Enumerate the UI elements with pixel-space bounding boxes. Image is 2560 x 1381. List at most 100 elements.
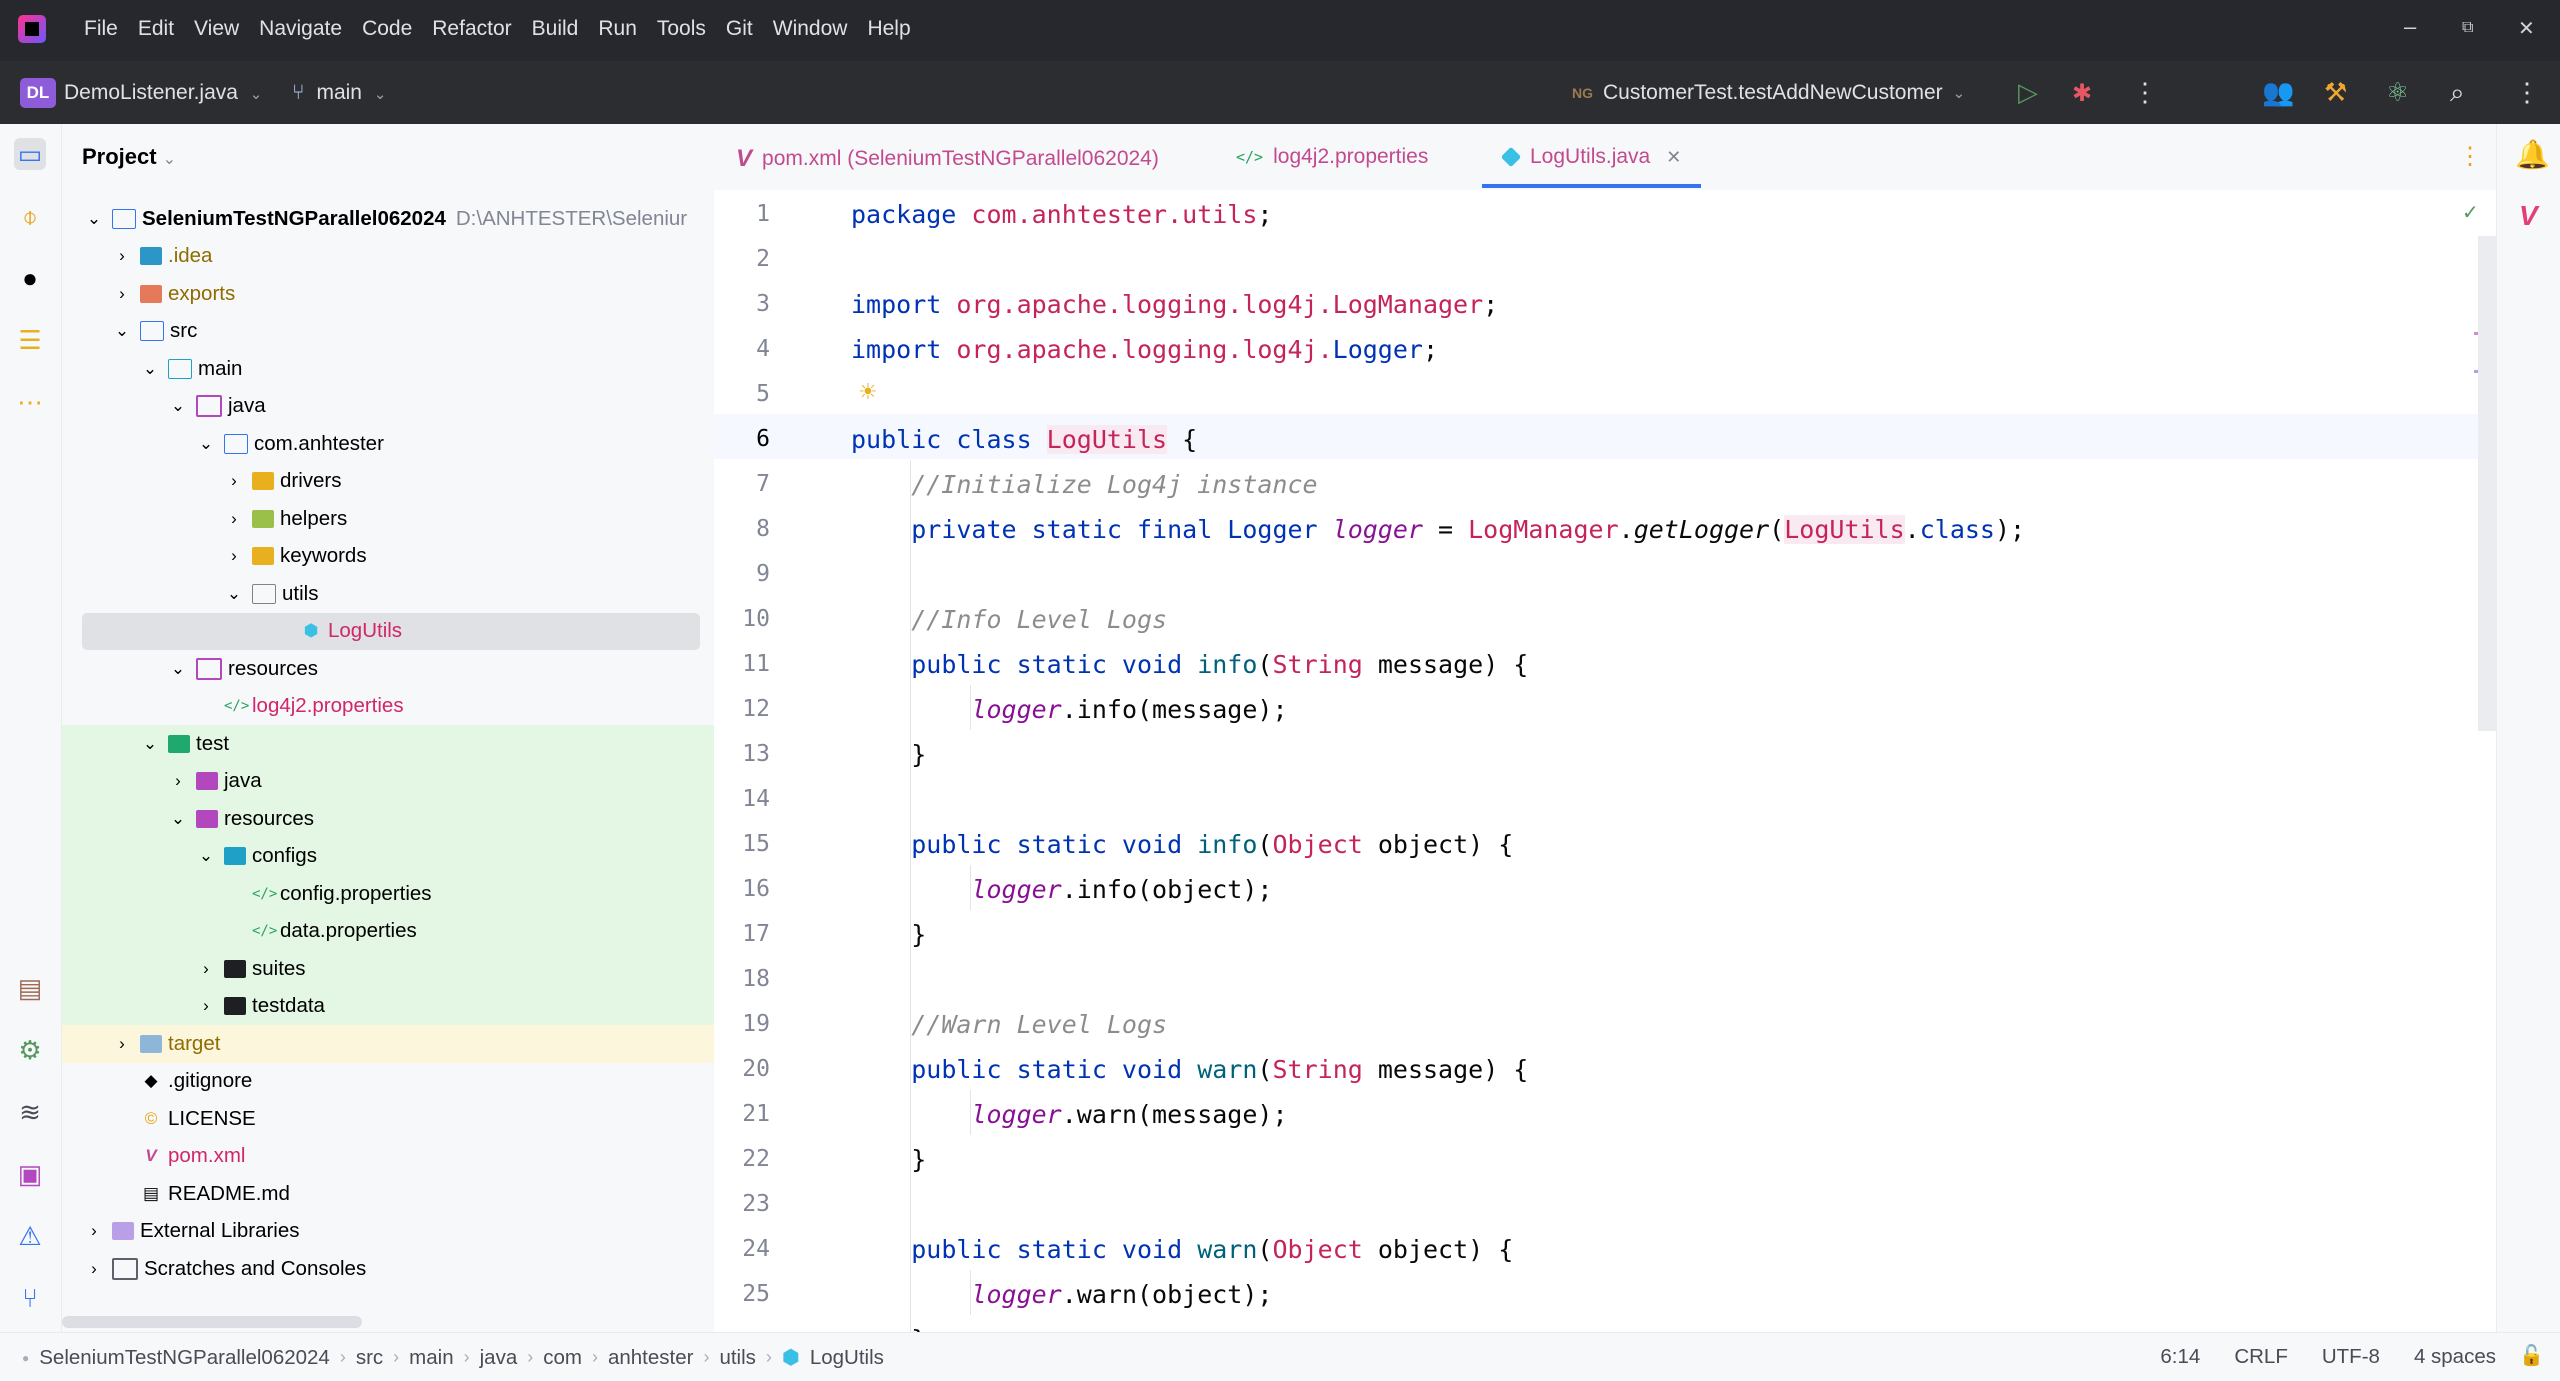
breadcrumb-item[interactable]: LogUtils bbox=[810, 1346, 884, 1370]
breadcrumb-item[interactable]: main bbox=[409, 1346, 453, 1370]
tree-item-root[interactable]: ⌄ SeleniumTestNGParallel062024 D:\ANHTES… bbox=[62, 200, 714, 238]
chevron-down-icon[interactable]: ⌄ bbox=[168, 396, 188, 416]
restore-button[interactable]: ⧉ bbox=[2462, 19, 2473, 37]
chevron-down-icon[interactable]: ⌄ bbox=[168, 809, 188, 829]
breadcrumb-item[interactable]: SeleniumTestNGParallel062024 bbox=[39, 1346, 330, 1370]
breadcrumb-item[interactable]: anhtester bbox=[608, 1346, 693, 1370]
git-icon[interactable]: ⑂ bbox=[14, 1282, 46, 1314]
tree-item-log4j2[interactable]: </> log4j2.properties bbox=[62, 688, 714, 726]
read-only-lock-icon[interactable]: 🔓 bbox=[2519, 1343, 2544, 1368]
tree-item-scratches[interactable]: › Scratches and Consoles bbox=[62, 1250, 714, 1288]
tree-item-exports[interactable]: › exports bbox=[62, 275, 714, 313]
menu-navigate[interactable]: Navigate bbox=[259, 17, 342, 41]
more-tools-icon[interactable]: ⋯ bbox=[14, 386, 46, 418]
line-number[interactable]: 23 bbox=[714, 1191, 770, 1217]
code-editor[interactable]: 1 2 3 4 5 6 7 8 9 10 11 12 13 14 15 16 17 18 19 20 21 22 23 24 2… bbox=[714, 190, 2496, 1332]
tree-item-test-java[interactable]: › java bbox=[62, 762, 714, 800]
line-number[interactable]: 21 bbox=[714, 1101, 770, 1127]
tree-item-suites[interactable]: › suites bbox=[62, 950, 714, 988]
breadcrumb-item[interactable]: utils bbox=[719, 1346, 755, 1370]
close-button[interactable]: ✕ bbox=[2518, 16, 2535, 41]
menu-code[interactable]: Code bbox=[362, 17, 412, 41]
breadcrumb-item[interactable]: java bbox=[480, 1346, 518, 1370]
run-icon[interactable]: ▷ bbox=[2018, 77, 2038, 108]
chevron-down-icon[interactable]: ⌄ bbox=[224, 584, 244, 604]
intellij-logo-icon[interactable] bbox=[18, 15, 46, 43]
file-encoding[interactable]: UTF-8 bbox=[2322, 1345, 2380, 1369]
tree-item-keywords[interactable]: › keywords bbox=[62, 538, 714, 576]
line-number[interactable]: 25 bbox=[714, 1281, 770, 1307]
more-actions-icon[interactable]: ⋮ bbox=[2132, 77, 2158, 108]
debug-icon[interactable]: ✱ bbox=[2072, 79, 2092, 108]
tree-item-target[interactable]: › target bbox=[62, 1025, 714, 1063]
menu-window[interactable]: Window bbox=[773, 17, 848, 41]
line-number[interactable]: 16 bbox=[714, 876, 770, 902]
line-number[interactable]: 6 bbox=[714, 426, 770, 452]
editor-vertical-scrollbar[interactable] bbox=[2478, 236, 2496, 731]
line-number[interactable]: 2 bbox=[714, 246, 770, 272]
chevron-right-icon[interactable]: › bbox=[224, 546, 244, 566]
line-separator[interactable]: CRLF bbox=[2234, 1345, 2288, 1369]
line-number[interactable]: 19 bbox=[714, 1011, 770, 1037]
tree-item-pom[interactable]: V pom.xml bbox=[62, 1138, 714, 1176]
tree-item-utils[interactable]: ⌄ utils bbox=[62, 575, 714, 613]
tree-item-gitignore[interactable]: ◆ .gitignore bbox=[62, 1063, 714, 1101]
lightbulb-icon[interactable]: ☀ bbox=[858, 379, 878, 405]
tree-item-main[interactable]: ⌄ main bbox=[62, 350, 714, 388]
chevron-down-icon[interactable]: ⌄ bbox=[112, 321, 132, 341]
tree-item-idea[interactable]: › .idea bbox=[62, 238, 714, 276]
chevron-right-icon[interactable]: › bbox=[168, 771, 188, 791]
line-number[interactable]: 11 bbox=[714, 651, 770, 677]
chevron-right-icon[interactable]: › bbox=[112, 284, 132, 304]
line-number[interactable]: 12 bbox=[714, 696, 770, 722]
breadcrumb-item[interactable]: com bbox=[543, 1346, 582, 1370]
run-config-selector[interactable]: NG CustomerTest.testAddNewCustomer ⌄ bbox=[1572, 81, 1965, 105]
tree-item-configs[interactable]: ⌄ configs bbox=[62, 837, 714, 875]
notifications-bell-icon[interactable]: 🔔 bbox=[2515, 138, 2550, 171]
chevron-right-icon[interactable]: › bbox=[84, 1259, 104, 1279]
line-number[interactable]: 8 bbox=[714, 516, 770, 542]
tree-item-src[interactable]: ⌄ src bbox=[62, 313, 714, 351]
line-number[interactable]: 1 bbox=[714, 201, 770, 227]
chevron-right-icon[interactable]: › bbox=[112, 246, 132, 266]
no-problems-check-icon[interactable]: ✓ bbox=[2462, 200, 2479, 225]
tab-options-icon[interactable]: ⋮ bbox=[2458, 142, 2482, 171]
code-with-me-icon[interactable]: 👥 bbox=[2262, 77, 2294, 108]
menu-git[interactable]: Git bbox=[726, 17, 753, 41]
line-number[interactable]: 5 bbox=[714, 381, 770, 407]
minimize-button[interactable]: – bbox=[2404, 14, 2416, 40]
structure-icon[interactable]: ☰ bbox=[14, 324, 46, 356]
github-icon[interactable]: ● bbox=[14, 262, 46, 294]
panel-horizontal-scrollbar[interactable] bbox=[62, 1316, 362, 1328]
bookmarks-icon[interactable]: ▤ bbox=[14, 972, 46, 1004]
menu-edit[interactable]: Edit bbox=[138, 17, 174, 41]
chevron-down-icon[interactable]: ⌄ bbox=[196, 846, 216, 866]
chevron-right-icon[interactable]: › bbox=[112, 1034, 132, 1054]
line-number[interactable]: 4 bbox=[714, 336, 770, 362]
tree-item-main-resources[interactable]: ⌄ resources bbox=[62, 650, 714, 688]
breadcrumb-item[interactable]: src bbox=[356, 1346, 383, 1370]
tree-item-package[interactable]: ⌄ com.anhtester bbox=[62, 425, 714, 463]
indent-setting[interactable]: 4 spaces bbox=[2414, 1345, 2496, 1369]
layers-icon[interactable]: ≋ bbox=[14, 1096, 46, 1128]
chevron-right-icon[interactable]: › bbox=[224, 471, 244, 491]
line-number[interactable]: 14 bbox=[714, 786, 770, 812]
line-number[interactable]: 20 bbox=[714, 1056, 770, 1082]
ai-assistant-icon[interactable]: ⚛ bbox=[2386, 77, 2409, 108]
tree-item-main-java[interactable]: ⌄ java bbox=[62, 388, 714, 426]
tree-item-drivers[interactable]: › drivers bbox=[62, 463, 714, 501]
chevron-down-icon[interactable]: ⌄ bbox=[84, 209, 104, 229]
line-number[interactable]: 24 bbox=[714, 1236, 770, 1262]
tab-pom[interactable]: V pom.xml (SeleniumTestNGParallel062024) bbox=[736, 145, 1159, 173]
commit-icon[interactable]: ⌽ bbox=[14, 200, 46, 232]
chevron-right-icon[interactable]: › bbox=[196, 959, 216, 979]
line-number[interactable]: 22 bbox=[714, 1146, 770, 1172]
close-tab-icon[interactable]: ✕ bbox=[1666, 147, 1681, 168]
terminal-icon[interactable]: ▣ bbox=[14, 1158, 46, 1190]
caret-position[interactable]: 6:14 bbox=[2160, 1345, 2200, 1369]
chevron-right-icon[interactable]: › bbox=[84, 1221, 104, 1241]
line-number[interactable]: 18 bbox=[714, 966, 770, 992]
settings-menu-icon[interactable]: ⋮ bbox=[2514, 77, 2540, 108]
branch-selector[interactable]: ⑂ main ⌄ bbox=[292, 81, 386, 105]
tree-item-readme[interactable]: ▤ README.md bbox=[62, 1175, 714, 1213]
